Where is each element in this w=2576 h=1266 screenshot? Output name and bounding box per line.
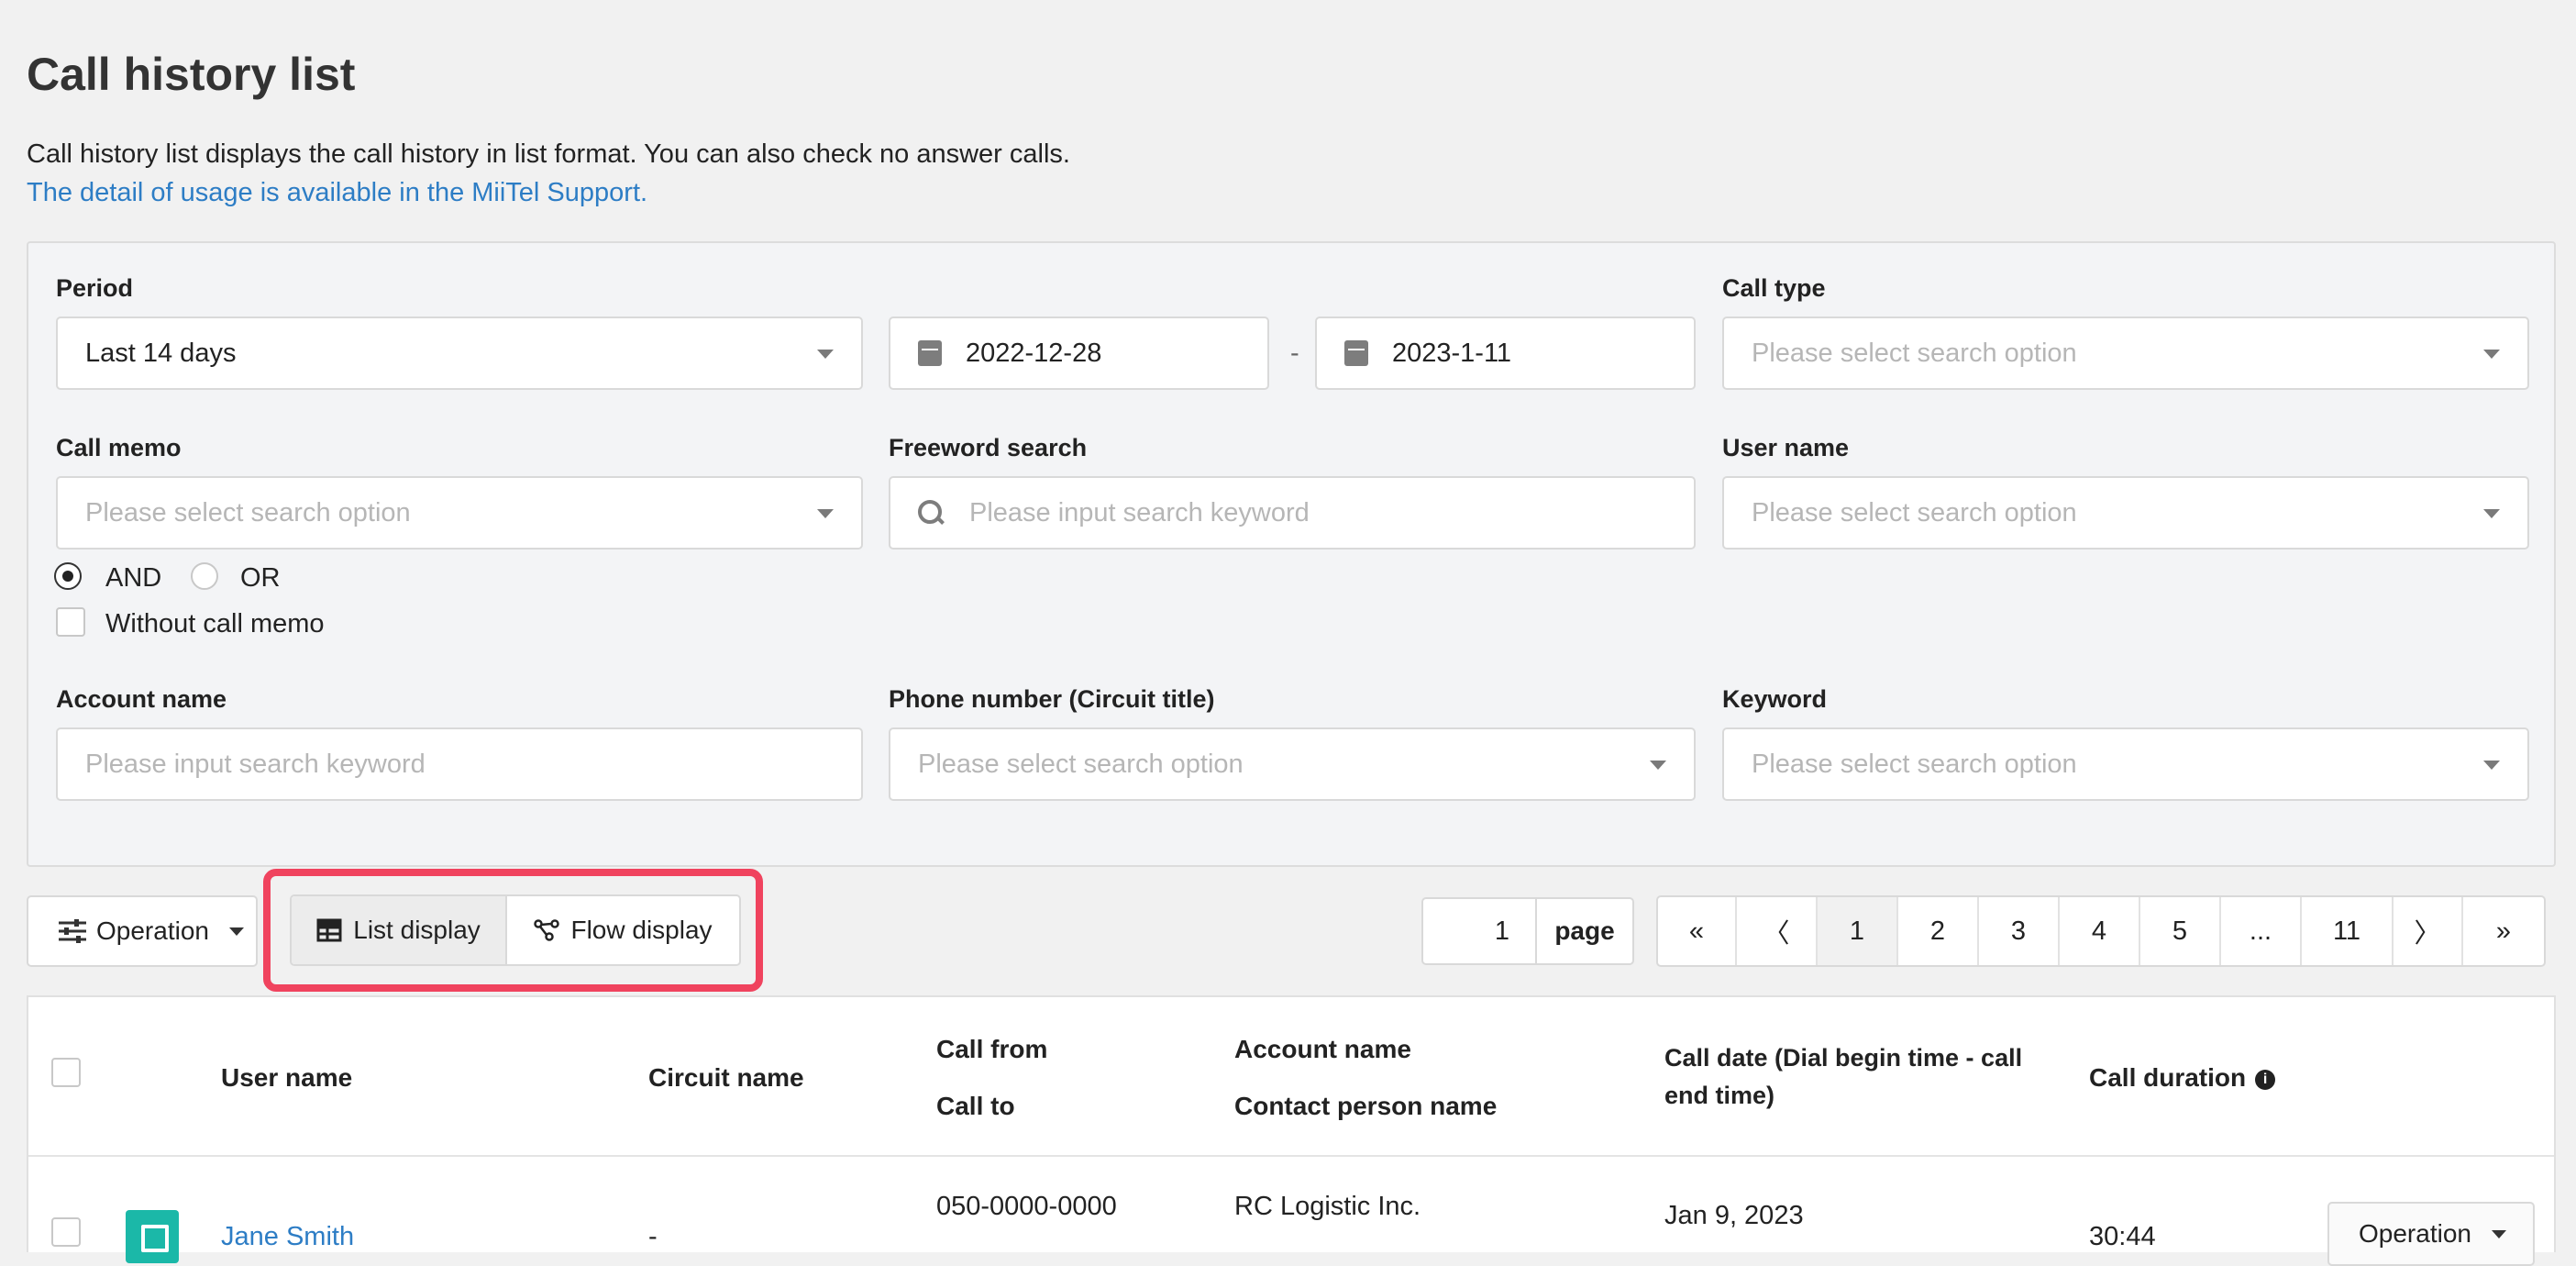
user-name-select[interactable]: Please select search option bbox=[1722, 476, 2529, 550]
call-type-label: Call type bbox=[1722, 274, 1826, 302]
phone-number-label: Phone number (Circuit title) bbox=[889, 685, 1215, 713]
header-user-name[interactable]: User name bbox=[221, 1059, 352, 1097]
chevron-down-icon bbox=[2491, 1229, 2506, 1238]
keyword-select[interactable]: Please select search option bbox=[1722, 727, 2529, 801]
support-link[interactable]: The detail of usage is available in the … bbox=[27, 178, 647, 208]
page-button-4[interactable]: 4 bbox=[2060, 897, 2140, 965]
call-memo-label: Call memo bbox=[56, 434, 182, 461]
flow-display-label: Flow display bbox=[570, 916, 713, 944]
row-checkbox[interactable] bbox=[51, 1217, 81, 1247]
or-label: OR bbox=[240, 563, 281, 593]
page-button-5[interactable]: 5 bbox=[2140, 897, 2221, 965]
chevron-down-icon bbox=[2483, 509, 2500, 518]
filter-panel: Period Last 14 days 2022-12-28 - 2023-1-… bbox=[27, 241, 2556, 867]
page-number-input[interactable]: 1 bbox=[1423, 899, 1537, 963]
header-call-date[interactable]: Call date (Dial begin time - call end ti… bbox=[1664, 1039, 2059, 1115]
header-call-duration[interactable]: Call duration i bbox=[2089, 1059, 2276, 1097]
or-radio[interactable] bbox=[191, 562, 218, 590]
header-account-name[interactable]: Account name bbox=[1234, 1030, 1411, 1069]
row-operation-button[interactable]: Operation bbox=[2327, 1202, 2535, 1266]
page-label: page bbox=[1554, 916, 1615, 945]
account-name-placeholder: Please input search keyword bbox=[85, 749, 426, 779]
page-button-11[interactable]: 11 bbox=[2302, 897, 2394, 965]
next-page-button[interactable]: 〉 bbox=[2394, 897, 2463, 965]
row-call-date: Jan 9, 2023 bbox=[1664, 1201, 1804, 1230]
call-type-placeholder: Please select search option bbox=[1752, 338, 2077, 368]
header-call-to[interactable]: Call to bbox=[936, 1087, 1015, 1126]
header-circuit-name[interactable]: Circuit name bbox=[648, 1059, 804, 1097]
chevron-down-icon bbox=[228, 927, 244, 936]
period-select[interactable]: Last 14 days bbox=[56, 316, 863, 390]
page-ellipsis: ... bbox=[2221, 897, 2302, 965]
page-title: Call history list bbox=[27, 49, 356, 100]
user-name-label: User name bbox=[1722, 434, 1850, 461]
chevron-down-icon bbox=[2483, 761, 2500, 770]
select-all-checkbox[interactable] bbox=[51, 1058, 81, 1087]
and-label: AND bbox=[105, 563, 162, 593]
freeword-input[interactable]: Please input search keyword bbox=[889, 476, 1696, 550]
prev-page-button[interactable]: 〈 bbox=[1737, 897, 1818, 965]
operation-label: Operation bbox=[96, 916, 209, 945]
row-account-name: RC Logistic Inc. bbox=[1234, 1192, 1421, 1221]
keyword-label: Keyword bbox=[1722, 685, 1828, 713]
call-type-select[interactable]: Please select search option bbox=[1722, 316, 2529, 390]
date-to-value: 2023-1-11 bbox=[1392, 338, 1512, 368]
calendar-icon bbox=[1344, 340, 1368, 366]
account-name-input[interactable]: Please input search keyword bbox=[56, 727, 863, 801]
chevron-down-icon bbox=[2483, 350, 2500, 359]
chevron-down-icon bbox=[817, 350, 834, 359]
header-call-duration-label: Call duration bbox=[2089, 1063, 2247, 1092]
header-contact-person[interactable]: Contact person name bbox=[1234, 1087, 1497, 1126]
call-memo-placeholder: Please select search option bbox=[85, 497, 411, 528]
row-call-duration: 30:44 bbox=[2089, 1222, 2156, 1251]
display-toggle: List display Flow display bbox=[290, 894, 741, 966]
period-label: Period bbox=[56, 274, 134, 302]
row-operation-label: Operation bbox=[2359, 1219, 2471, 1248]
last-page-button[interactable]: » bbox=[2463, 897, 2544, 965]
operation-menu-button[interactable]: Operation bbox=[27, 895, 258, 967]
pagination: « 〈 1 2 3 4 5 ... 11 〉 » bbox=[1656, 895, 2546, 967]
info-icon[interactable]: i bbox=[2255, 1069, 2276, 1090]
phone-number-placeholder: Please select search option bbox=[918, 749, 1244, 779]
flow-display-button[interactable]: Flow display bbox=[507, 896, 739, 964]
period-value: Last 14 days bbox=[85, 338, 237, 368]
and-radio[interactable] bbox=[54, 562, 82, 590]
chevron-down-icon bbox=[817, 509, 834, 518]
without-memo-label: Without call memo bbox=[105, 609, 325, 639]
freeword-placeholder: Please input search keyword bbox=[969, 497, 1310, 528]
chevron-down-icon bbox=[1650, 761, 1666, 770]
freeword-label: Freeword search bbox=[889, 434, 1088, 461]
user-name-placeholder: Please select search option bbox=[1752, 497, 2077, 528]
list-display-label: List display bbox=[353, 916, 481, 944]
search-icon bbox=[918, 500, 944, 526]
external-link-icon[interactable] bbox=[126, 1210, 179, 1263]
call-memo-select[interactable]: Please select search option bbox=[56, 476, 863, 550]
row-call-from: 050-0000-0000 bbox=[936, 1192, 1117, 1221]
table-icon bbox=[316, 918, 342, 942]
call-history-table: User name Circuit name Call from Call to… bbox=[27, 995, 2556, 1266]
page-button-2[interactable]: 2 bbox=[1898, 897, 1979, 965]
page-description: Call history list displays the call hist… bbox=[27, 139, 1070, 169]
header-call-from[interactable]: Call from bbox=[936, 1030, 1047, 1069]
account-name-label: Account name bbox=[56, 685, 227, 713]
without-memo-checkbox[interactable] bbox=[56, 607, 85, 637]
date-from-value: 2022-12-28 bbox=[966, 338, 1102, 368]
phone-number-select[interactable]: Please select search option bbox=[889, 727, 1696, 801]
date-separator: - bbox=[1290, 339, 1299, 368]
page-jump: 1 page bbox=[1421, 897, 1634, 965]
page: Call history list Call history list disp… bbox=[0, 0, 2576, 1266]
date-to-input[interactable]: 2023-1-11 bbox=[1315, 316, 1696, 390]
flow-icon bbox=[534, 919, 560, 941]
first-page-button[interactable]: « bbox=[1658, 897, 1737, 965]
date-from-input[interactable]: 2022-12-28 bbox=[889, 316, 1269, 390]
page-button-1[interactable]: 1 bbox=[1818, 897, 1898, 965]
table-header: User name Circuit name Call from Call to… bbox=[28, 997, 2554, 1157]
row-circuit-name: - bbox=[648, 1222, 658, 1251]
row-user-name-link[interactable]: Jane Smith bbox=[221, 1222, 354, 1252]
calendar-icon bbox=[918, 340, 942, 366]
page-button-3[interactable]: 3 bbox=[1979, 897, 2060, 965]
keyword-placeholder: Please select search option bbox=[1752, 749, 2077, 779]
list-display-button[interactable]: List display bbox=[292, 896, 508, 964]
sliders-icon bbox=[59, 919, 86, 943]
